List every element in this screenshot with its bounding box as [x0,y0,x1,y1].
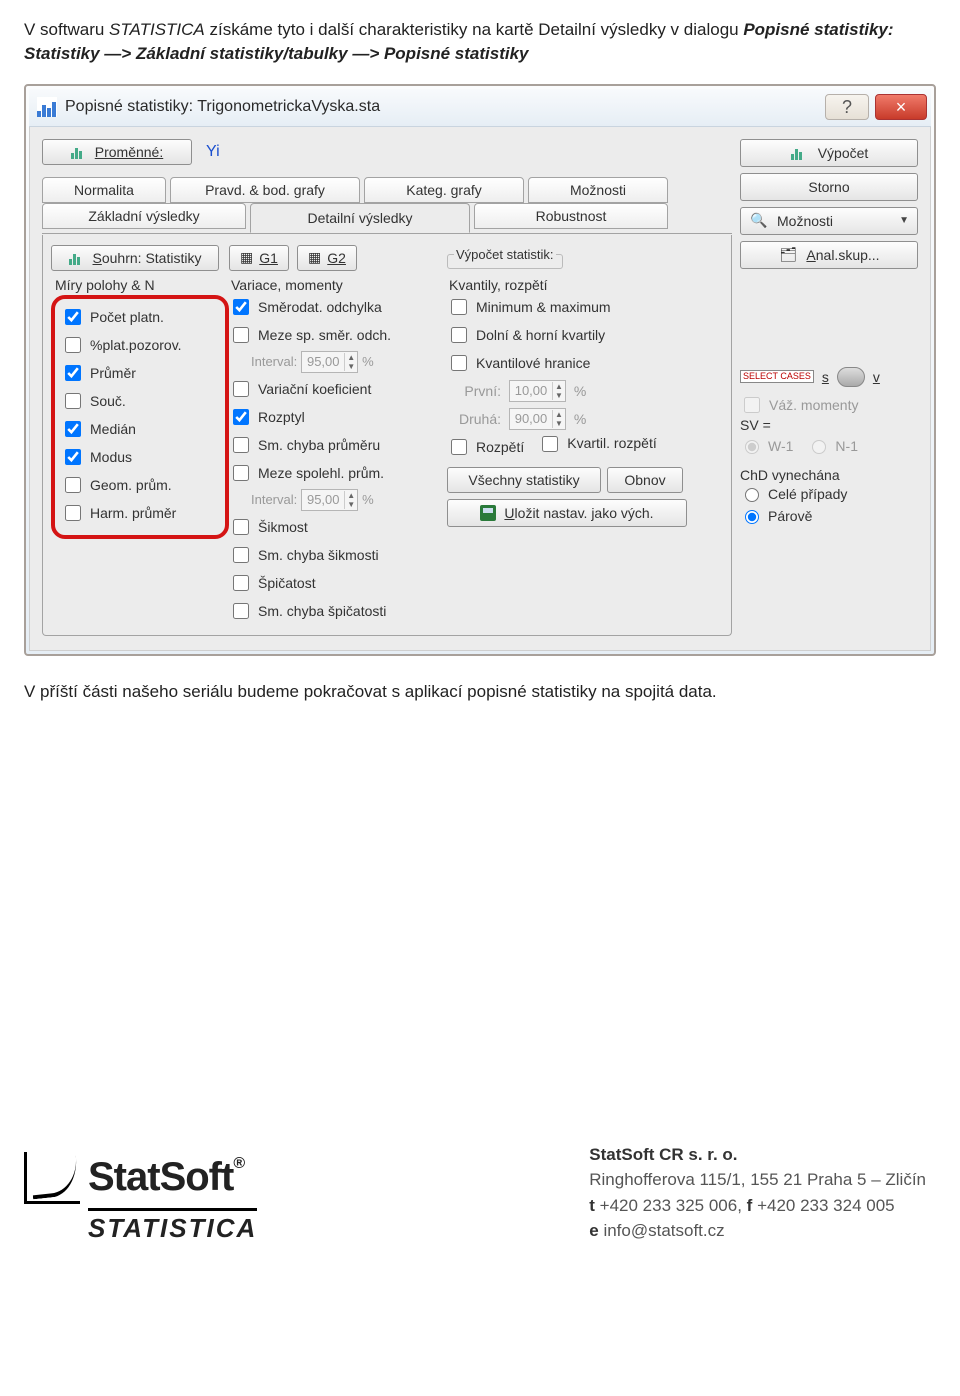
radio-n1[interactable]: N-1 [807,435,858,457]
anal-skup-button[interactable]: 🗂 Anal.skup... Anal.skup... [740,241,918,269]
vypocet-statistik-group: Výpočet statistik: [447,247,563,269]
tab-detailni-vysledky[interactable]: Detailní výsledky [250,203,470,233]
save-defaults-button[interactable]: Uložit nastav. jako vých. Uložit nastav.… [447,499,687,527]
summary-stats-button[interactable]: SSouhrn: Statistikyouhrn: Statistiky [51,245,219,271]
tab-pravd-grafy[interactable]: Pravd. & bod. grafy [170,177,360,203]
vypocet-button[interactable]: Výpočet [740,139,918,167]
v-link[interactable]: v [873,369,880,385]
chd-label: ChD vynechána [740,467,918,483]
interval2-group: Interval: ▲▼ % [251,487,441,513]
close-button[interactable]: × [875,94,927,120]
statsoft-logo: StatSoft® STATISTICA [24,1152,257,1244]
all-stats-button[interactable]: Všechny statistiky [447,467,601,493]
col2-header: Variace, momenty [231,277,441,293]
storno-button[interactable]: Storno [740,173,918,201]
chk-modus[interactable]: Modus [61,443,219,471]
app-icon [37,97,57,117]
titlebar[interactable]: Popisné statistiky: TrigonometrickaVyska… [29,89,931,127]
tab-kateg-grafy[interactable]: Kateg. grafy [364,177,524,203]
tab-normalita[interactable]: Normalita [42,177,166,203]
prvni-spinner[interactable]: ▲▼ [509,380,566,402]
chk-meze-spolehl[interactable]: Meze spolehl. prům. [229,459,441,487]
chk-spicatost[interactable]: Špičatost [229,569,441,597]
chk-pocet-platn[interactable]: Počet platn. [61,303,219,331]
tab-pane: SSouhrn: Statistikyouhrn: Statistiky Mír… [42,235,732,636]
s-link[interactable]: s [822,369,829,385]
variables-icon [71,145,89,159]
chk-sm-chyba-sik[interactable]: Sm. chyba šikmosti [229,541,441,569]
tab-moznosti[interactable]: Možnosti [528,177,668,203]
chk-sikmost[interactable]: Šikmost [229,513,441,541]
summary-icon [790,146,810,160]
chk-prumer[interactable]: Průměr [61,359,219,387]
lens-icon: 🔍 [749,212,769,229]
chk-median[interactable]: Medián [61,415,219,443]
druha-label: Druhá: [447,411,501,427]
moznosti-button[interactable]: 🔍 Možnosti ▼ [740,207,918,235]
tab-robustnost[interactable]: Robustnost [474,203,668,229]
select-cases-icon[interactable]: SELECT CASES [740,370,814,383]
interval1-spinner[interactable]: ▲▼ [301,351,358,373]
chk-souc[interactable]: Souč. [61,387,219,415]
sv-label: SV = [740,417,918,433]
radio-cele[interactable]: Celé případy [740,483,918,505]
intro-paragraph: V softwaru STATISTICA získáme tyto i dal… [24,18,936,66]
chk-sm-chyba-prum[interactable]: Sm. chyba průměru [229,431,441,459]
highlight-box: Počet platn. %plat.pozorov. Průměr Souč.… [51,295,229,539]
group-icon: 🗂 [778,246,798,263]
outro-paragraph: V příští části našeho seriálu budeme pok… [24,682,936,702]
dialog-window: Popisné statistiky: TrigonometrickaVyska… [24,84,936,656]
chk-kvantilove[interactable]: Kvantilové hranice [447,349,723,377]
chk-plat-pozorov[interactable]: %plat.pozorov. [61,331,219,359]
chk-rozpeti[interactable]: Rozpětí [447,433,524,461]
chk-harm-prumer[interactable]: Harm. průměr [61,499,219,527]
radio-parove[interactable]: Párově [740,505,918,527]
chk-geom-prum[interactable]: Geom. prům. [61,471,219,499]
contact-block: StatSoft CR s. r. o. Ringhofferova 115/1… [589,1142,926,1244]
page-footer: StatSoft® STATISTICA StatSoft CR s. r. o… [24,1142,936,1244]
histogram-icon: ▦ [240,249,253,266]
prvni-label: První: [447,383,501,399]
col1-header: Míry polohy & N [55,277,229,293]
radio-w1[interactable]: W-1 [740,435,793,457]
help-button[interactable]: ? [825,94,869,120]
g2-button[interactable]: ▦ G2 [297,245,357,271]
chk-kvartily[interactable]: Dolní & horní kvartily [447,321,723,349]
chk-rozptyl[interactable]: Rozptyl [229,403,441,431]
chk-sm-chyba-spic[interactable]: Sm. chyba špičatosti [229,597,441,625]
g1-button[interactable]: ▦ G1 [229,245,289,271]
summary-icon [69,251,87,265]
chk-kvartil-rozpeti[interactable]: Kvartil. rozpětí [538,433,656,461]
histogram-icon: ▦ [308,249,321,266]
window-title: Popisné statistiky: TrigonometrickaVyska… [65,98,825,116]
selected-variable: Yi [206,143,220,161]
weight-icon[interactable] [837,367,865,387]
chk-meze-sp-smer[interactable]: Meze sp. směr. odch. [229,321,441,349]
floppy-icon [480,505,496,521]
chk-var-koef[interactable]: Variační koeficient [229,375,441,403]
tabstrip: Normalita Pravd. & bod. grafy Kateg. gra… [42,177,732,235]
variables-button[interactable]: Proměnné: [42,139,192,165]
obnov-button[interactable]: Obnov [607,467,683,493]
interval1-group: Interval: ▲▼ % [251,349,441,375]
chk-min-max[interactable]: Minimum & maximum [447,293,723,321]
interval2-spinner[interactable]: ▲▼ [301,489,358,511]
druha-spinner[interactable]: ▲▼ [509,408,566,430]
tab-zakladni-vysledky[interactable]: Základní výsledky [42,203,246,229]
chk-vaz-momenty[interactable]: Váž. momenty [740,393,918,417]
chk-smerodat-odch[interactable]: Směrodat. odchylka [229,293,441,321]
logo-chart-icon [24,1152,80,1204]
col3-header: Kvantily, rozpětí [449,277,723,293]
logo-subtext: STATISTICA [88,1208,257,1244]
